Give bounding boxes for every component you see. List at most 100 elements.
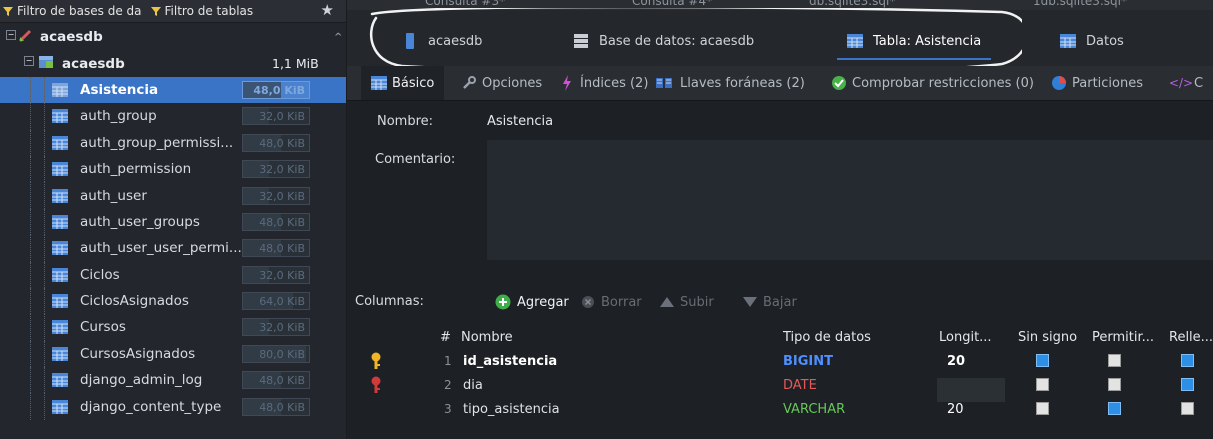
col-header-zerofill[interactable]: Relle... [1169,330,1213,345]
tree-guide [44,314,45,341]
tab-data[interactable]: Datos [1060,30,1124,52]
tree-node-table[interactable]: CursosAsignados 80,0 KiB [0,340,346,368]
table-row[interactable]: 3 tipo_asistencia VARCHAR 20 [347,398,1213,422]
name-field[interactable]: Asistencia [487,114,553,129]
column-flag-checkbox[interactable] [1036,378,1049,391]
row-number: 3 [444,402,452,416]
database-stack-icon [573,33,589,49]
tree-node-table[interactable]: Cursos 32,0 KiB [0,314,346,341]
comment-field[interactable] [487,140,1213,260]
collapse-icon[interactable]: − [24,56,34,67]
table-size: 48,0 KiB [259,215,305,229]
tab-partitions[interactable]: Particiones [1051,66,1143,100]
tree-node-database[interactable]: − acaesdb 1,1 MiB [0,50,346,76]
move-down-label: Bajar [763,294,797,310]
column-flag-checkbox[interactable] [1181,354,1194,367]
tab-code[interactable]: </> C [1169,66,1203,100]
tab-foreign-keys[interactable]: Llaves foráneas (2) [655,66,805,100]
tree-node-table[interactable]: django_admin_log 48,0 KiB [0,367,346,394]
tree-node-table[interactable]: auth_group_permissi... 48,0 KiB [0,129,346,156]
table-icon [52,346,68,361]
tab-options[interactable]: Opciones [461,66,542,100]
column-name[interactable]: dia [463,378,483,393]
tree-node-table[interactable]: django_content_type 48,0 KiB [0,393,346,420]
query-tab[interactable]: 1db.sqlite3.sql* [1033,0,1127,8]
table-icon [52,294,68,309]
move-up-label: Subir [680,294,714,310]
col-header-name[interactable]: Nombre [461,330,513,345]
tree-node-table[interactable]: auth_user_user_permi... 48,0 KiB [0,235,346,262]
tree-node-table[interactable]: Ciclos 32,0 KiB [0,261,346,288]
collapse-icon[interactable]: − [6,30,16,40]
tab-database[interactable]: acaesdb [402,30,482,52]
grid-header: # Nombre Tipo de datos Longit... Sin sig… [347,326,1213,350]
remove-icon [581,295,595,309]
move-down-button[interactable]: Bajar [743,288,797,316]
col-header-length[interactable]: Longit... [939,330,992,345]
query-tab[interactable]: Consulta #3* [425,0,505,8]
column-flag-checkbox[interactable] [1036,354,1049,367]
table-name: auth_group [80,108,157,125]
table-name: auth_group_permissi... [80,134,234,151]
tree-guide [44,367,45,394]
tree-node-table[interactable]: CiclosAsignados 64,0 KiB [0,287,346,315]
tab-table[interactable]: Tabla: Asistencia [836,30,992,60]
table-name: Cursos [80,319,126,336]
tab-indexes[interactable]: Índices (2) [559,66,648,100]
tree-guide [44,129,45,156]
column-length[interactable]: 20 [947,402,964,417]
table-size-bar: 48,0 KiB [242,212,310,231]
column-length[interactable]: 20 [947,354,965,369]
query-tab[interactable]: db.sqlite3.sql* [809,0,895,8]
column-name[interactable]: tipo_asistencia [463,402,560,417]
col-header-unsigned[interactable]: Sin signo [1018,330,1077,345]
tree-node-table[interactable]: auth_user_groups 48,0 KiB [0,208,346,236]
col-header-number[interactable]: # [440,330,451,345]
tree-node-table[interactable]: auth_permission 32,0 KiB [0,155,346,183]
column-flag-checkbox[interactable] [1181,402,1194,415]
column-flag-checkbox[interactable] [1036,402,1049,415]
columns-grid: # Nombre Tipo de datos Longit... Sin sig… [347,326,1213,439]
tab-basic[interactable]: Básico [361,66,445,100]
column-type[interactable]: DATE [783,378,817,393]
table-name: django_content_type [80,398,222,415]
table-row[interactable]: 2 dia DATE [347,374,1213,402]
column-type[interactable]: VARCHAR [783,402,845,417]
tree-node-table[interactable]: Asistencia 48,0 KiB [0,76,346,104]
tree-guide [30,235,31,262]
column-name[interactable]: id_asistencia [463,354,557,369]
column-flag-checkbox[interactable] [1108,378,1121,391]
column-flag-checkbox[interactable] [1108,354,1121,367]
scroll-up-icon[interactable]: ^ [334,32,342,43]
tree-node-root[interactable]: − acaesdb ^ [0,24,346,50]
col-header-allow-null[interactable]: Permitir... [1092,330,1154,345]
name-label: Nombre: [377,114,434,129]
table-size: 48,0 KiB [259,400,305,414]
tree-node-database-label: acaesdb [62,55,125,72]
table-size-bar: 80,0 KiB [242,344,310,363]
query-tab[interactable]: Consulta #4* [632,0,712,8]
db-filter[interactable]: Filtro de bases de da [2,4,142,18]
tree-node-table[interactable]: auth_group 32,0 KiB [0,103,346,130]
table-size-bar: 32,0 KiB [242,160,310,179]
tree-guide [30,367,31,394]
pin-icon[interactable]: ★ [321,1,334,19]
tree-view: − acaesdb ^ − acaesdb 1,1 MiB Asistencia… [0,24,346,420]
tab-database-info[interactable]: Base de datos: acaesdb [573,30,754,52]
column-type[interactable]: BIGINT [783,354,833,369]
check-circle-icon [831,75,847,91]
column-flag-checkbox[interactable] [1181,378,1194,391]
table-icon [52,82,68,97]
tree-node-table[interactable]: auth_user 32,0 KiB [0,182,346,209]
data-grid-icon [1060,33,1076,49]
add-column-button[interactable]: Agregar [495,288,569,316]
col-header-type[interactable]: Tipo de datos [783,330,871,345]
tab-check-constraints[interactable]: Comprobar restricciones (0) [831,66,1034,100]
column-flag-checkbox[interactable] [1108,402,1121,415]
table-row[interactable]: 1 id_asistencia BIGINT 20 [347,350,1213,374]
table-filter[interactable]: Filtro de tablas [150,4,253,18]
table-name: CiclosAsignados [80,293,189,310]
remove-column-button[interactable]: Borrar [581,288,642,316]
tree-guide [44,393,45,420]
move-up-button[interactable]: Subir [660,288,714,316]
